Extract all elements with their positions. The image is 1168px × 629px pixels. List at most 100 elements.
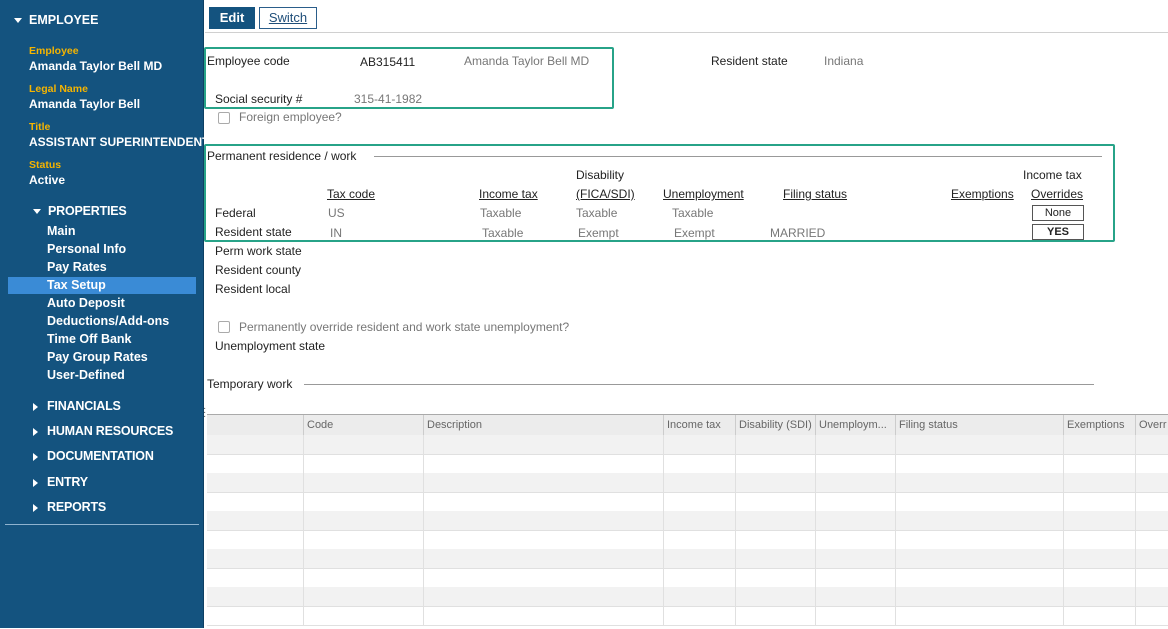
table-row[interactable] [207, 530, 1168, 550]
group-documentation[interactable]: DOCUMENTATION [33, 449, 154, 463]
sidebar-item-auto-deposit[interactable]: Auto Deposit [47, 296, 125, 310]
grid-cell [1063, 435, 1064, 454]
grid-cell [735, 587, 736, 606]
grid-cell [895, 492, 896, 511]
grid-cell [303, 606, 304, 625]
grid-col-select[interactable] [207, 415, 303, 435]
filing-status-header: Filing status [783, 187, 848, 201]
grid-cell [895, 435, 896, 454]
sidebar-item-pay-group-rates[interactable]: Pay Group Rates [47, 350, 148, 364]
sidebar: EMPLOYEE Employee Amanda Taylor Bell MD … [0, 0, 209, 628]
grid-cell [663, 454, 664, 473]
group-financials[interactable]: FINANCIALS [33, 399, 121, 413]
grid-cell [423, 568, 424, 587]
grid-cell [815, 606, 816, 625]
grid-cell [735, 530, 736, 549]
sidebar-item-time-off-bank[interactable]: Time Off Bank [47, 332, 132, 346]
resident-local-label: Resident local [215, 282, 291, 296]
grid-cell [735, 549, 736, 568]
resident-state-override-button[interactable]: YES [1032, 224, 1084, 240]
federal-tax-code: US [328, 206, 345, 220]
table-row[interactable] [207, 606, 1168, 626]
grid-cell [423, 435, 424, 454]
collapse-icon [33, 209, 41, 215]
employee-label: Employee [29, 45, 79, 57]
grid-col-description[interactable]: Description [423, 415, 663, 435]
grid-col-income-tax[interactable]: Income tax [663, 415, 735, 435]
temporary-section-rule [304, 384, 1094, 385]
table-row[interactable] [207, 454, 1168, 474]
grid-cell [895, 568, 896, 587]
grid-cell [423, 587, 424, 606]
table-row[interactable] [207, 473, 1168, 493]
foreign-employee-checkbox[interactable] [218, 112, 230, 124]
grid-cell [1135, 530, 1136, 549]
exemptions-header: Exemptions [951, 187, 1014, 201]
sidebar-item-pay-rates[interactable]: Pay Rates [47, 260, 107, 274]
grid-cell [815, 549, 816, 568]
grid-col-code[interactable]: Code [303, 415, 423, 435]
grid-cell [895, 530, 896, 549]
grid-cell [303, 511, 304, 530]
sidebar-item-user-defined[interactable]: User-Defined [47, 368, 125, 382]
employee-value: Amanda Taylor Bell MD [29, 59, 163, 73]
federal-override-button[interactable]: None [1032, 205, 1084, 221]
grid-cell [423, 549, 424, 568]
grid-cell [735, 568, 736, 587]
sidebar-item-personal-info[interactable]: Personal Info [47, 242, 126, 256]
employee-section-header[interactable]: EMPLOYEE [14, 13, 98, 27]
group-human-resources[interactable]: HUMAN RESOURCES [33, 424, 173, 438]
grid-cell [1063, 549, 1064, 568]
table-row[interactable] [207, 511, 1168, 531]
sidebar-item-tax-setup[interactable]: Tax Setup [47, 278, 106, 292]
grid-cell [1135, 435, 1136, 454]
properties-header[interactable]: PROPERTIES [33, 204, 127, 218]
overrides-header-top: Income tax [1023, 168, 1082, 182]
status-value: Active [29, 173, 66, 187]
table-row[interactable] [207, 492, 1168, 512]
group-reports[interactable]: REPORTS [33, 500, 106, 514]
resident-state-tax-code: IN [330, 226, 342, 240]
table-row[interactable] [207, 587, 1168, 607]
grid-cell [1063, 530, 1064, 549]
unemployment-state-label: Unemployment state [215, 339, 326, 353]
grid-col-exemptions[interactable]: Exemptions [1063, 415, 1135, 435]
grid-cell [303, 435, 304, 454]
legal-name-label: Legal Name [29, 83, 88, 95]
grid-cell [1135, 549, 1136, 568]
grid-cell [1063, 568, 1064, 587]
grid-col-overrides[interactable]: Overr [1135, 415, 1168, 435]
expand-icon [33, 452, 38, 461]
group-entry[interactable]: ENTRY [33, 475, 88, 489]
grid-col-unemployment[interactable]: Unemploym... [815, 415, 895, 435]
sidebar-item-main[interactable]: Main [47, 224, 75, 238]
grid-cell [735, 454, 736, 473]
table-row[interactable] [207, 435, 1168, 455]
edit-button[interactable]: Edit [209, 7, 255, 29]
grid-cell [303, 549, 304, 568]
grid-cell [1063, 587, 1064, 606]
grid-cell [815, 587, 816, 606]
table-row[interactable] [207, 568, 1168, 588]
switch-button[interactable]: Switch [259, 7, 317, 29]
grid-cell [663, 606, 664, 625]
grid-cell [303, 492, 304, 511]
resident-state-value: Indiana [824, 54, 864, 68]
grid-cell [423, 511, 424, 530]
federal-income-tax: Taxable [480, 206, 522, 220]
override-unemployment-checkbox[interactable] [218, 321, 230, 333]
grid-col-filing-status[interactable]: Filing status [895, 415, 1063, 435]
perm-work-state-label: Perm work state [215, 244, 302, 258]
grid-cell [1135, 568, 1136, 587]
grid-cell [1063, 492, 1064, 511]
resident-state-income-tax: Taxable [482, 226, 524, 240]
grid-splitter-handle[interactable]: · · · [203, 404, 206, 422]
grid-header: Code Description Income tax Disability (… [207, 415, 1168, 436]
table-row[interactable] [207, 549, 1168, 569]
grid-cell [1135, 511, 1136, 530]
grid-cell [815, 568, 816, 587]
grid-col-disability[interactable]: Disability (SDI) [735, 415, 815, 435]
grid-cell [1135, 587, 1136, 606]
sidebar-item-deductions[interactable]: Deductions/Add-ons [47, 314, 169, 328]
grid-cell [895, 606, 896, 625]
